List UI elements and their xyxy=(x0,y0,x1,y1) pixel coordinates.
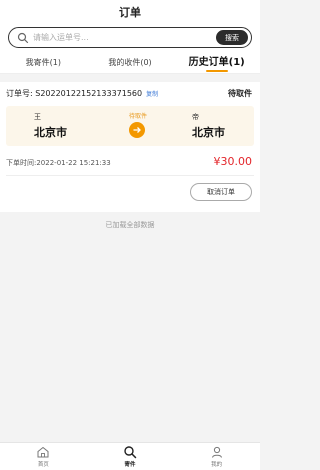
divider xyxy=(6,175,254,176)
sender-city: 北京市 xyxy=(34,126,67,139)
copy-button[interactable]: 复制 xyxy=(146,89,158,98)
top-bar: 订单 xyxy=(0,0,260,24)
receiver-name: 帝 xyxy=(192,113,199,121)
order-price: ¥30.00 xyxy=(213,155,253,168)
page-title: 订单 xyxy=(119,6,141,19)
tab-my-sent[interactable]: 我寄件(1) xyxy=(0,52,87,73)
sender-name: 王 xyxy=(34,113,41,121)
search-input[interactable] xyxy=(33,33,203,42)
route-panel: 王 北京市 待取件 帝 北京市 xyxy=(6,106,254,146)
route-status: 待取件 xyxy=(128,113,147,120)
order-number: 订单号: S20220122152133371560 xyxy=(6,89,143,98)
bottom-nav: 首页 寄件 我的 xyxy=(0,442,260,470)
nav-label-send: 寄件 xyxy=(124,462,136,468)
search-box: 搜索 xyxy=(8,27,252,48)
search-icon xyxy=(17,32,29,44)
user-icon xyxy=(210,445,224,459)
nav-item-send[interactable]: 寄件 xyxy=(87,443,174,470)
nav-label-mine: 我的 xyxy=(211,462,223,468)
nav-label-home: 首页 xyxy=(37,462,49,468)
order-time: 下单时间:2022-01-22 15:21:33 xyxy=(6,159,111,167)
arrow-right-icon xyxy=(129,122,145,138)
nav-item-mine[interactable]: 我的 xyxy=(173,443,260,470)
send-search-icon xyxy=(123,445,137,459)
search-button[interactable]: 搜索 xyxy=(216,30,248,45)
list-end-text: 已加载全部数据 xyxy=(105,221,155,229)
order-status: 待取件 xyxy=(228,89,252,98)
order-tabs: 我寄件(1) 我的收件(0) 历史订单(1) xyxy=(0,52,260,74)
cancel-order-button[interactable]: 取消订单 xyxy=(190,183,252,201)
search-area: 搜索 xyxy=(0,24,260,52)
order-card[interactable]: 订单号: S20220122152133371560 复制 待取件 王 北京市 … xyxy=(0,82,260,212)
home-icon xyxy=(36,445,50,459)
receiver-city: 北京市 xyxy=(192,126,225,139)
tab-history-orders[interactable]: 历史订单(1) xyxy=(173,52,260,73)
tab-my-received[interactable]: 我的收件(0) xyxy=(87,52,174,73)
order-number-row: 订单号: S20220122152133371560 复制 xyxy=(6,88,158,99)
nav-item-home[interactable]: 首页 xyxy=(0,443,87,470)
